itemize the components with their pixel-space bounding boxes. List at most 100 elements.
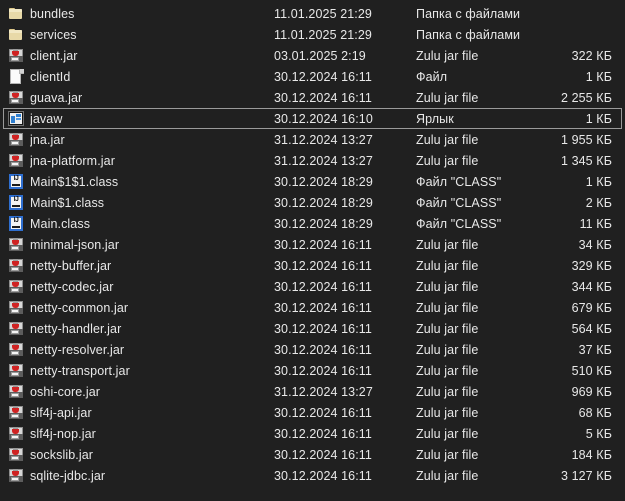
file-list[interactable]: bundles11.01.2025 21:29Папка с файламиse… xyxy=(0,0,625,501)
file-name: slf4j-api.jar xyxy=(30,406,274,420)
table-row[interactable]: IJMain$1$1.class30.12.2024 18:29Файл "CL… xyxy=(3,171,622,192)
table-row[interactable]: jna.jar31.12.2024 13:27Zulu jar file1 95… xyxy=(3,129,622,150)
table-row[interactable]: services11.01.2025 21:29Папка с файлами xyxy=(3,24,622,45)
jar-file-icon xyxy=(8,258,25,274)
file-size: 329 КБ xyxy=(536,259,621,273)
file-date-modified: 30.12.2024 16:11 xyxy=(274,280,416,294)
file-size: 1 КБ xyxy=(536,70,621,84)
file-size: 3 127 КБ xyxy=(536,469,621,483)
file-type: Zulu jar file xyxy=(416,49,536,63)
table-row[interactable]: netty-buffer.jar30.12.2024 16:11Zulu jar… xyxy=(3,255,622,276)
file-size: 184 КБ xyxy=(536,448,621,462)
table-row[interactable]: guava.jar30.12.2024 16:11Zulu jar file2 … xyxy=(3,87,622,108)
file-date-modified: 30.12.2024 16:11 xyxy=(274,427,416,441)
file-name: minimal-json.jar xyxy=(30,238,274,252)
jar-file-icon xyxy=(8,279,25,295)
file-name: netty-buffer.jar xyxy=(30,259,274,273)
file-date-modified: 30.12.2024 16:11 xyxy=(274,322,416,336)
row-icon-cell xyxy=(8,446,30,463)
row-icon-cell xyxy=(8,299,30,316)
class-file-icon: IJ xyxy=(8,195,25,211)
file-size: 1 КБ xyxy=(536,175,621,189)
table-row[interactable]: IJ Main$1.class30.12.2024 18:29Файл "CLAS… xyxy=(3,192,622,213)
file-date-modified: 30.12.2024 16:11 xyxy=(274,469,416,483)
file-type: Zulu jar file xyxy=(416,322,536,336)
row-icon-cell xyxy=(8,131,30,148)
file-type: Zulu jar file xyxy=(416,448,536,462)
table-row[interactable]: jna-platform.jar31.12.2024 13:27Zulu jar… xyxy=(3,150,622,171)
file-size: 5 КБ xyxy=(536,427,621,441)
jar-file-icon xyxy=(8,447,25,463)
file-type: Файл xyxy=(416,70,536,84)
file-type: Zulu jar file xyxy=(416,364,536,378)
file-date-modified: 11.01.2025 21:29 xyxy=(274,7,416,21)
file-type: Папка с файлами xyxy=(416,28,536,42)
class-file-icon: IJ xyxy=(8,216,25,232)
file-size: 344 КБ xyxy=(536,280,621,294)
table-row[interactable]: IJMain.class30.12.2024 18:29Файл "CLASS"… xyxy=(3,213,622,234)
table-row[interactable]: sockslib.jar30.12.2024 16:11Zulu jar fil… xyxy=(3,444,622,465)
table-row[interactable]: clientId30.12.2024 16:11Файл1 КБ xyxy=(3,66,622,87)
file-type: Файл "CLASS" xyxy=(416,196,536,210)
table-row[interactable]: minimal-json.jar30.12.2024 16:11Zulu jar… xyxy=(3,234,622,255)
table-row[interactable]: netty-resolver.jar30.12.2024 16:11Zulu j… xyxy=(3,339,622,360)
jar-file-icon xyxy=(8,426,25,442)
row-icon-cell xyxy=(8,467,30,484)
file-type: Zulu jar file xyxy=(416,154,536,168)
file-name: sqlite-jdbc.jar xyxy=(30,469,274,483)
file-name: netty-common.jar xyxy=(30,301,274,315)
table-row[interactable]: slf4j-api.jar30.12.2024 16:11Zulu jar fi… xyxy=(3,402,622,423)
table-row[interactable]: bundles11.01.2025 21:29Папка с файлами xyxy=(3,3,622,24)
file-name: Main$1.class xyxy=(30,196,274,210)
jar-file-icon xyxy=(8,90,25,106)
file-date-modified: 30.12.2024 16:11 xyxy=(274,238,416,252)
table-row[interactable]: sqlite-jdbc.jar30.12.2024 16:11Zulu jar … xyxy=(3,465,622,486)
file-type: Zulu jar file xyxy=(416,238,536,252)
row-icon-cell xyxy=(8,425,30,442)
file-type: Ярлык xyxy=(416,112,536,126)
file-date-modified: 30.12.2024 16:11 xyxy=(274,364,416,378)
row-icon-cell xyxy=(8,26,30,43)
file-name: client.jar xyxy=(30,49,274,63)
jar-file-icon xyxy=(8,405,25,421)
file-date-modified: 30.12.2024 18:29 xyxy=(274,196,416,210)
table-row[interactable]: slf4j-nop.jar30.12.2024 16:11Zulu jar fi… xyxy=(3,423,622,444)
jar-file-icon xyxy=(8,468,25,484)
table-row[interactable]: netty-common.jar30.12.2024 16:11Zulu jar… xyxy=(3,297,622,318)
file-size: 34 КБ xyxy=(536,238,621,252)
table-row[interactable]: netty-codec.jar30.12.2024 16:11Zulu jar … xyxy=(3,276,622,297)
file-type: Zulu jar file xyxy=(416,385,536,399)
shortcut-icon xyxy=(8,111,25,127)
jar-file-icon xyxy=(8,48,25,64)
table-row[interactable]: oshi-core.jar31.12.2024 13:27Zulu jar fi… xyxy=(3,381,622,402)
file-size: 322 КБ xyxy=(536,49,621,63)
file-name: javaw xyxy=(30,112,274,126)
row-icon-cell xyxy=(8,152,30,169)
file-type: Zulu jar file xyxy=(416,406,536,420)
table-row[interactable]: netty-transport.jar30.12.2024 16:11Zulu … xyxy=(3,360,622,381)
file-name: guava.jar xyxy=(30,91,274,105)
table-row[interactable]: netty-handler.jar30.12.2024 16:11Zulu ja… xyxy=(3,318,622,339)
file-type: Zulu jar file xyxy=(416,91,536,105)
file-name: Main$1$1.class xyxy=(30,175,274,189)
row-icon-cell xyxy=(8,68,30,85)
file-name: netty-resolver.jar xyxy=(30,343,274,357)
file-size: 679 КБ xyxy=(536,301,621,315)
file-name: oshi-core.jar xyxy=(30,385,274,399)
jar-file-icon xyxy=(8,384,25,400)
table-row[interactable]: javaw30.12.2024 16:10Ярлык1 КБ xyxy=(3,108,622,129)
file-size: 1 КБ xyxy=(536,112,621,126)
file-type: Zulu jar file xyxy=(416,343,536,357)
jar-file-icon xyxy=(8,321,25,337)
row-icon-cell xyxy=(8,341,30,358)
file-date-modified: 30.12.2024 16:11 xyxy=(274,259,416,273)
row-icon-cell: IJ xyxy=(8,215,30,232)
file-size: 564 КБ xyxy=(536,322,621,336)
file-name: services xyxy=(30,28,274,42)
file-date-modified: 31.12.2024 13:27 xyxy=(274,133,416,147)
file-date-modified: 30.12.2024 18:29 xyxy=(274,175,416,189)
file-date-modified: 03.01.2025 2:19 xyxy=(274,49,416,63)
file-date-modified: 11.01.2025 21:29 xyxy=(274,28,416,42)
file-date-modified: 30.12.2024 16:11 xyxy=(274,91,416,105)
table-row[interactable]: client.jar03.01.2025 2:19Zulu jar file32… xyxy=(3,45,622,66)
